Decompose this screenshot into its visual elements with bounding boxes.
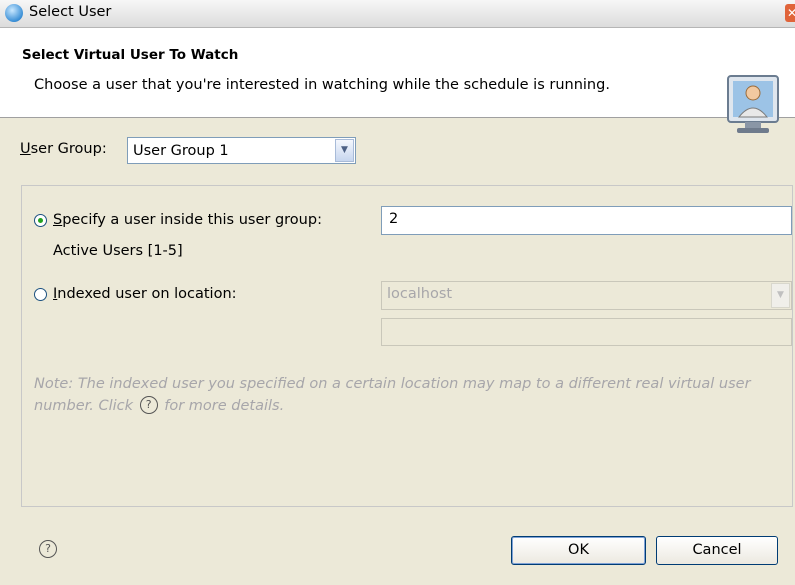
help-icon[interactable]: ? [39, 540, 57, 558]
specify-user-radio[interactable] [34, 214, 47, 227]
header-banner: Select Virtual User To Watch Choose a us… [0, 28, 795, 133]
user-number-input[interactable]: 2 [381, 206, 792, 235]
ok-button[interactable]: OK [511, 536, 646, 565]
active-users-text: Active Users [1-5] [53, 243, 183, 259]
user-monitor-icon [727, 75, 779, 133]
app-icon [5, 4, 23, 22]
chevron-down-icon[interactable]: ▼ [335, 139, 354, 162]
index-input [381, 318, 792, 346]
location-value: localhost [387, 286, 453, 302]
specify-user-label: Specify a user inside this user group: [53, 212, 322, 228]
close-button[interactable]: ✕ [785, 4, 795, 22]
user-group-select[interactable]: User Group 1 ▼ [127, 137, 356, 164]
user-number-value: 2 [389, 211, 399, 227]
indexed-user-label: Indexed user on location: [53, 286, 237, 302]
title-bar: Select User ✕ [0, 0, 795, 28]
banner-description: Choose a user that you're interested in … [34, 77, 610, 93]
help-icon[interactable]: ? [139, 396, 158, 414]
banner-title: Select Virtual User To Watch [22, 47, 239, 63]
location-select: localhost ▼ [381, 281, 792, 310]
chevron-down-icon: ▼ [771, 283, 790, 308]
note-text: Note: The indexed user you specified on … [34, 373, 789, 417]
note-part2: for more details. [159, 398, 285, 414]
cancel-button[interactable]: Cancel [656, 536, 778, 565]
user-group-label: User Group: [20, 141, 107, 157]
indexed-user-radio[interactable] [34, 288, 47, 301]
user-group-value: User Group 1 [133, 143, 229, 159]
window-title: Select User [29, 4, 112, 20]
